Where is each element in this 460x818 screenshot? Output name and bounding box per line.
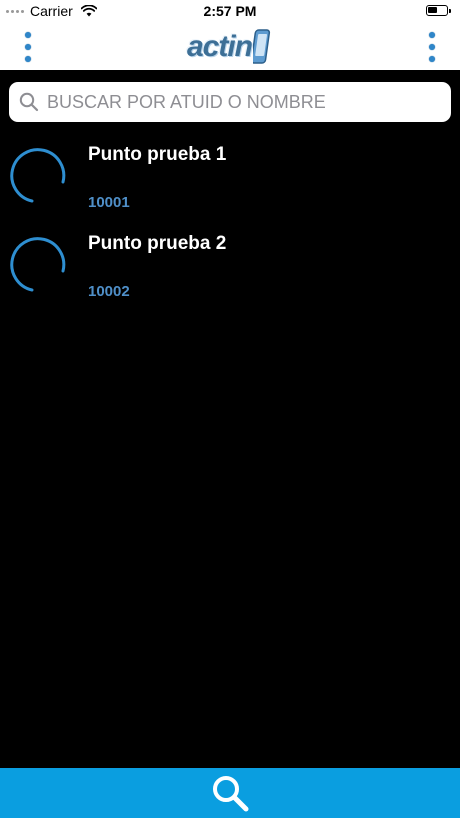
- search-icon: [19, 92, 39, 112]
- vertical-dots-icon: [25, 32, 31, 38]
- battery-icon: [426, 5, 451, 16]
- battery-level: [428, 7, 437, 13]
- left-menu-button[interactable]: [20, 32, 36, 62]
- item-title: Punto prueba 1: [88, 144, 227, 165]
- bottom-search-button[interactable]: [208, 771, 252, 815]
- phone-logo-icon: [253, 29, 271, 64]
- list-item[interactable]: Punto prueba 1 10001: [0, 135, 460, 224]
- status-time: 2:57 PM: [203, 3, 257, 19]
- actin-logo: actin: [178, 26, 282, 68]
- item-id: 10002: [88, 283, 130, 300]
- status-bar: Carrier 2:57 PM: [0, 0, 460, 24]
- item-title: Punto prueba 2: [88, 233, 227, 254]
- loading-spinner-icon: [10, 237, 66, 292]
- item-id: 10001: [88, 194, 130, 211]
- logo-text: actin: [186, 30, 253, 63]
- point-list: Punto prueba 1 10001 Punto prueba 2 1000…: [0, 135, 460, 313]
- list-item[interactable]: Punto prueba 2 10002: [0, 224, 460, 313]
- bottom-bar: [0, 768, 460, 818]
- right-menu-button[interactable]: [424, 32, 440, 62]
- search-icon: [213, 776, 249, 812]
- app-screen: Carrier 2:57 PM actin BUSCAR POR ATUID O…: [0, 0, 460, 818]
- vertical-dots-icon: [429, 32, 435, 38]
- loading-spinner-icon: [10, 148, 66, 203]
- search-input[interactable]: [45, 90, 439, 114]
- search-bar[interactable]: [9, 82, 451, 122]
- app-header: actin: [0, 24, 460, 70]
